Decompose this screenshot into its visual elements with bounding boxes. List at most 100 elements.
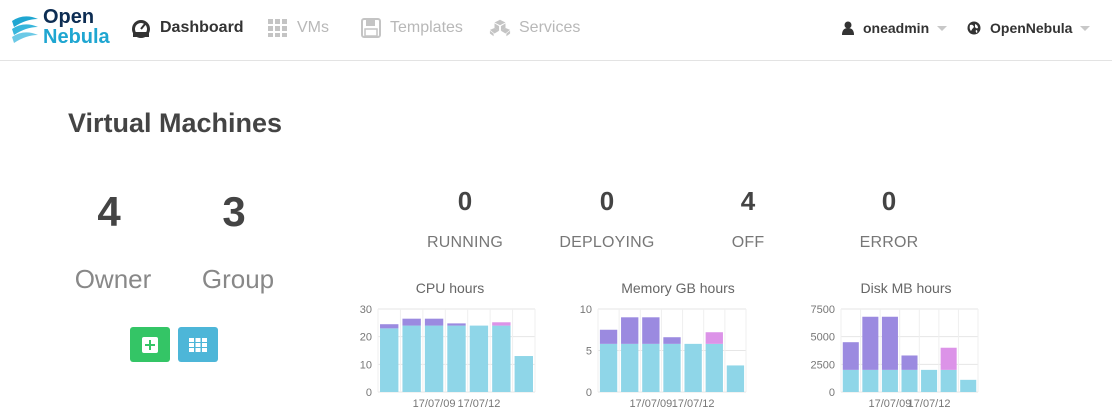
bar-segment — [862, 369, 879, 392]
y-tick-label: 0 — [586, 387, 592, 399]
y-tick-label: 2500 — [811, 359, 835, 371]
nav-templates[interactable]: Templates — [360, 17, 463, 39]
bar-segment — [921, 369, 938, 392]
memory-gb-hours-chart: Memory GB hours 0 5 10 17/07/09 17/07/12 — [568, 280, 768, 408]
page-title: Virtual Machines — [68, 108, 283, 138]
dashboard-icon — [132, 20, 150, 38]
user-name: oneadmin — [863, 20, 930, 36]
logo-wordmark: Open Nebula — [43, 7, 110, 47]
disk-mb-hours-chart: Disk MB hours 0 2500 5000 7500 17/07/09 17/07… — [796, 280, 996, 408]
cubes-icon — [489, 19, 511, 37]
create-vm-button[interactable] — [130, 327, 170, 362]
nav-services[interactable]: Services — [489, 17, 580, 39]
bar-segment — [663, 343, 681, 392]
nav-vms[interactable]: VMs — [267, 17, 329, 39]
y-tick-label: 7500 — [811, 304, 835, 316]
bar-segment — [469, 325, 489, 392]
bar-segment — [447, 325, 466, 392]
bar-segment — [424, 318, 444, 326]
grid-icon — [189, 337, 207, 352]
bar-segment — [514, 356, 533, 392]
y-tick-label: 30 — [360, 304, 372, 316]
deploying-count[interactable]: 0 — [547, 186, 667, 217]
running-count[interactable]: 0 — [405, 186, 525, 217]
x-tick-label: 17/07/09 — [413, 398, 456, 408]
bar-segment — [621, 317, 639, 344]
deploying-label: DEPLOYING — [559, 234, 655, 251]
x-tick-label: 17/07/12 — [672, 398, 715, 408]
off-count[interactable]: 4 — [688, 186, 808, 217]
bar-segment — [705, 343, 723, 392]
bar-segment — [380, 328, 399, 392]
logo-line2: Nebula — [43, 26, 110, 48]
bar-segment — [705, 332, 723, 344]
opennebula-logo[interactable]: Open Nebula — [10, 7, 120, 51]
chart-title: Memory GB hours — [621, 280, 735, 296]
bar-segment — [599, 329, 618, 344]
nav-templates-label: Templates — [390, 19, 463, 36]
bar-segment — [862, 316, 879, 370]
cpu-hours-plot: 0 10 20 30 17/07/09 17/07/12 — [360, 304, 536, 408]
nav-services-label: Services — [519, 19, 581, 36]
memory-gb-hours-plot: 0 5 10 17/07/09 17/07/12 — [580, 304, 747, 408]
y-tick-label: 10 — [360, 359, 372, 371]
bar-segment — [901, 355, 918, 370]
bar-segment — [447, 323, 466, 326]
nav-dashboard[interactable]: Dashboard — [130, 17, 244, 39]
user-menu[interactable]: oneadmin — [842, 18, 948, 38]
bar-segment — [492, 322, 511, 326]
bar-segment — [940, 369, 957, 392]
x-tick-label: 17/07/09 — [869, 398, 912, 408]
y-tick-label: 5 — [586, 346, 592, 358]
bar-segment — [726, 365, 745, 392]
plus-square-icon — [142, 336, 158, 353]
globe-icon — [967, 21, 981, 35]
bar-segment — [402, 325, 421, 392]
error-label: ERROR — [859, 234, 919, 251]
disk-mb-hours-plot: 0 2500 5000 7500 17/07/0917/07/12 — [811, 304, 979, 408]
chevron-down-icon — [937, 25, 948, 31]
y-tick-label: 0 — [829, 387, 835, 399]
owner-label: Owner — [74, 264, 152, 294]
nav-vms-label: VMs — [297, 19, 329, 36]
bar-segment — [424, 325, 444, 392]
chart-title: CPU hours — [415, 280, 485, 296]
error-count[interactable]: 0 — [829, 186, 949, 217]
chart-title: Disk MB hours — [860, 280, 952, 296]
owner-count[interactable]: 4 — [69, 188, 149, 236]
group-label: Group — [201, 264, 275, 294]
bar-segment — [901, 369, 918, 392]
bar-segment — [842, 369, 859, 392]
y-tick-label: 10 — [580, 304, 592, 316]
chevron-down-icon — [1080, 25, 1091, 31]
bar-segment — [842, 342, 859, 370]
bar-segment — [642, 343, 660, 392]
bar-segment — [663, 337, 681, 344]
running-label: RUNNING — [426, 234, 504, 251]
nebula-logo-icon — [12, 16, 38, 43]
group-count[interactable]: 3 — [194, 188, 274, 236]
y-tick-label: 20 — [360, 332, 372, 344]
bar-segment — [492, 325, 511, 392]
bar-segment — [380, 324, 399, 329]
cpu-hours-chart: CPU hours 0 10 20 30 17/07/09 17/07/12 — [340, 280, 540, 408]
user-icon — [842, 21, 854, 35]
nav-dashboard-label: Dashboard — [160, 19, 244, 36]
top-navigation-bar: Open Nebula Dashboard VMs Templates Serv… — [0, 0, 1112, 61]
bar-segment — [940, 347, 957, 370]
x-tick-label: 17/07/09 — [629, 398, 672, 408]
vm-list-button[interactable] — [178, 327, 218, 362]
bar-segment — [960, 379, 977, 392]
zone-name: OpenNebula — [990, 20, 1073, 36]
bar-segment — [881, 369, 898, 392]
off-label: OFF — [731, 234, 765, 251]
floppy-icon — [361, 18, 381, 38]
x-tick-label: 17/07/12 — [458, 398, 501, 408]
logo-line1: Open — [43, 6, 95, 28]
bar-segment — [599, 343, 618, 392]
bar-segment — [881, 316, 898, 370]
bar-segment — [684, 343, 702, 392]
bar-segment — [402, 318, 421, 326]
zone-menu[interactable]: OpenNebula — [967, 18, 1091, 38]
grid-icon — [268, 19, 287, 37]
